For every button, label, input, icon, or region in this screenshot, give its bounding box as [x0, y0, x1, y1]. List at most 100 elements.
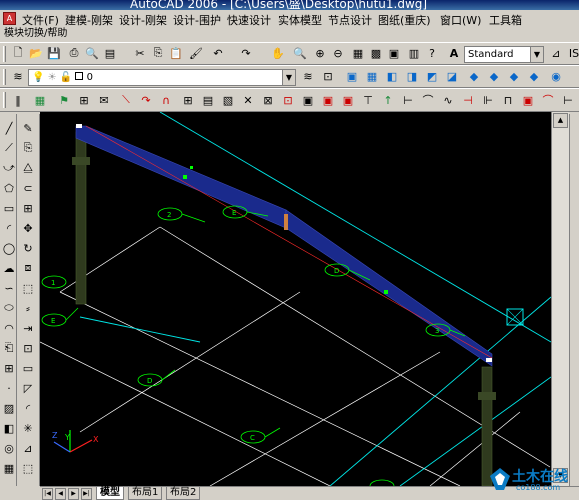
revcloud-icon[interactable]: ☁	[1, 260, 17, 276]
table-icon[interactable]: ▤	[200, 92, 216, 108]
zoom-window-icon[interactable]: ⊕	[312, 45, 328, 61]
make-layer-current-icon[interactable]: ≋	[300, 68, 316, 84]
scroll-up-icon[interactable]: ▲	[553, 113, 568, 128]
make-block-icon[interactable]: ⊞	[1, 360, 17, 376]
autocad-logo-icon[interactable]: A	[3, 12, 16, 25]
break-icon[interactable]: ⊡	[20, 340, 36, 356]
gradient-icon[interactable]: ◧	[1, 420, 17, 436]
mail-icon[interactable]: ✉	[96, 92, 112, 108]
tie-icon[interactable]: ⊣	[460, 92, 476, 108]
last-tab-icon[interactable]: ▶|	[81, 488, 92, 500]
construction-line-icon[interactable]: ⟋	[1, 140, 17, 156]
ne-iso-icon[interactable]: ◆	[506, 68, 522, 84]
next-tab-icon[interactable]: ▶	[68, 488, 79, 500]
tab-model[interactable]: 模型	[96, 487, 124, 500]
tab-layout2[interactable]: 布局2	[166, 487, 201, 500]
first-tab-icon[interactable]: |◀	[42, 488, 53, 500]
new-icon[interactable]: 🗋	[10, 45, 26, 61]
circle-icon[interactable]: ◯	[1, 240, 17, 256]
fillet-icon[interactable]: ◜	[20, 400, 36, 416]
polyline-icon[interactable]: ⤻	[1, 160, 17, 176]
red-box-2-icon[interactable]: ▣	[340, 92, 356, 108]
wave-icon[interactable]: ∿	[440, 92, 456, 108]
menu-solid-model[interactable]: 实体模型	[278, 12, 322, 27]
copy-object-icon[interactable]: ⎘	[20, 140, 36, 156]
menu-joint-design[interactable]: 节点设计	[328, 12, 372, 27]
solid-box-icon[interactable]: ⬚	[20, 460, 36, 476]
copy-icon[interactable]: ⎘	[150, 45, 166, 61]
insert-block-icon[interactable]: ⎗	[1, 340, 17, 356]
properties-icon[interactable]: ▦	[350, 45, 366, 61]
purlin-icon[interactable]: ⊞	[76, 92, 92, 108]
rotate-arrow-icon[interactable]: ↷	[138, 92, 154, 108]
right-view-icon[interactable]: ◩	[424, 68, 440, 84]
chamfer-icon[interactable]: ◸	[20, 380, 36, 396]
front-view-icon[interactable]: ◧	[384, 68, 400, 84]
erase-icon[interactable]: ✎	[20, 120, 36, 136]
ellipse-icon[interactable]: ⬭	[1, 300, 17, 316]
red-box-icon[interactable]: ▣	[320, 92, 336, 108]
standard-dim-icon[interactable]: IS	[566, 45, 579, 61]
arc-red-icon[interactable]: ⌒	[540, 92, 556, 108]
vertical-scrollbar[interactable]: ▲ ▼	[551, 112, 569, 486]
menu-window[interactable]: 窗口(W)	[440, 12, 481, 27]
top-view-icon[interactable]: ▦	[364, 68, 380, 84]
tool-palettes-icon[interactable]: ▣	[386, 45, 402, 61]
left-view-icon[interactable]: ◨	[404, 68, 420, 84]
nw-iso-icon[interactable]: ◆	[526, 68, 542, 84]
stiffener-icon[interactable]: ⊢	[400, 92, 416, 108]
layer-select[interactable]: 💡 ☀ 🔓 0 ▼	[28, 69, 296, 86]
ucs-icon[interactable]: ⊿	[20, 440, 36, 456]
menu-design-frame[interactable]: 设计-刚架	[119, 12, 167, 27]
spline-icon[interactable]: ∽	[1, 280, 17, 296]
offset-icon[interactable]: ⊂	[20, 180, 36, 196]
model-view[interactable]: 2 E 1 E D 3 D C Y X Z	[40, 112, 551, 486]
dim-style-icon[interactable]: ⊿	[548, 45, 564, 61]
rafter-left[interactable]	[75, 125, 287, 229]
scale-icon[interactable]: ⧈	[20, 260, 36, 276]
end-plate-icon[interactable]: ⊢	[560, 92, 576, 108]
cross-brace-2-icon[interactable]: ⊠	[260, 92, 276, 108]
region-icon[interactable]: ◎	[1, 440, 17, 456]
column-icon[interactable]: ‖	[10, 92, 26, 108]
cut-icon[interactable]: ✂	[132, 45, 148, 61]
arrow-up-icon[interactable]: ↑	[380, 92, 396, 108]
stretch-icon[interactable]: ⬚	[20, 280, 36, 296]
menu-quick-design[interactable]: 快速设计	[227, 12, 271, 27]
text-style-select[interactable]: Standard ▼	[464, 46, 544, 63]
open-icon[interactable]: 📂	[28, 45, 44, 61]
text-style-icon[interactable]: A	[446, 45, 462, 61]
sheet-set-icon[interactable]: ▥	[406, 45, 422, 61]
trim-icon[interactable]: ⸗	[20, 300, 36, 316]
se-iso-icon[interactable]: ◆	[486, 68, 502, 84]
frame-icon[interactable]: ⊡	[280, 92, 296, 108]
beam-icon[interactable]: ⊞	[180, 92, 196, 108]
back-view-icon[interactable]: ◪	[444, 68, 460, 84]
zoom-realtime-icon[interactable]: 🔍	[292, 45, 308, 61]
module-switch-label[interactable]: 模块切换/帮助	[4, 28, 67, 39]
move-icon[interactable]: ✥	[20, 220, 36, 236]
ellipse-arc-icon[interactable]: ◠	[1, 320, 17, 336]
menu-drawings[interactable]: 图纸(重庆)	[378, 12, 431, 27]
plate-icon[interactable]: ▧	[220, 92, 236, 108]
tee-icon[interactable]: ⊤	[360, 92, 376, 108]
flag-icon[interactable]: ⚑	[56, 92, 72, 108]
red-frame-icon[interactable]: ▣	[520, 92, 536, 108]
sw-iso-icon[interactable]: ◆	[466, 68, 482, 84]
layer-manager-icon[interactable]: ≋	[10, 68, 26, 84]
hatch-icon[interactable]: ▨	[1, 400, 17, 416]
match-properties-icon[interactable]: 🖌	[188, 45, 204, 61]
bracket-icon[interactable]: ⊓	[500, 92, 516, 108]
brace-icon[interactable]: ⟍	[118, 92, 134, 108]
rafter-right[interactable]	[285, 209, 493, 367]
line-icon[interactable]: ╱	[1, 120, 17, 136]
menu-model-frame[interactable]: 建模-刚架	[65, 12, 113, 27]
join-icon[interactable]: ▭	[20, 360, 36, 376]
arc-icon[interactable]: ◜	[1, 220, 17, 236]
pan-icon[interactable]: ✋	[270, 45, 286, 61]
polygon-icon[interactable]: ⬠	[1, 180, 17, 196]
rectangle-icon[interactable]: ▭	[1, 200, 17, 216]
rotate-icon[interactable]: ↻	[20, 240, 36, 256]
extend-icon[interactable]: ⇥	[20, 320, 36, 336]
drawing-canvas[interactable]: 2 E 1 E D 3 D C Y X Z	[40, 112, 551, 486]
